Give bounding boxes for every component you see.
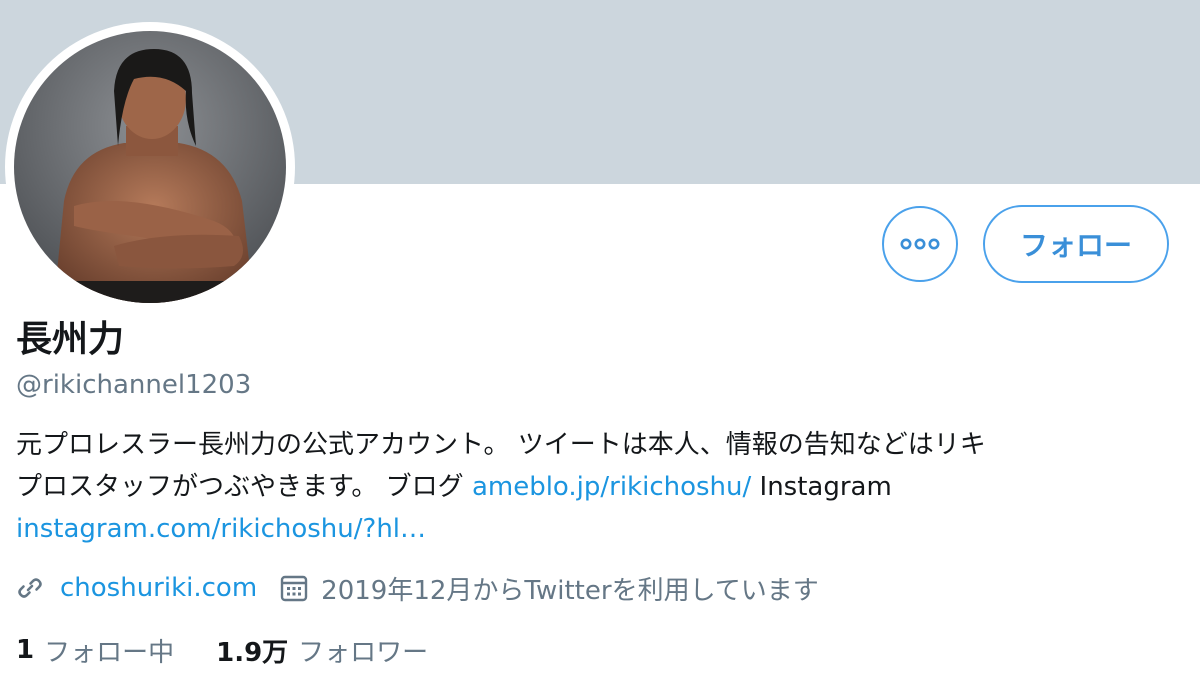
website-link[interactable]: choshuriki.com: [60, 573, 257, 603]
link-icon: [16, 574, 44, 602]
blog-link[interactable]: ameblo.jp/rikichoshu/: [472, 472, 751, 502]
more-options-button[interactable]: [882, 206, 958, 282]
profile-meta: choshuriki.com 2019年12月からTwitterを利用しています: [16, 568, 819, 608]
avatar-frame: [5, 22, 295, 312]
followers-label: フォロワー: [298, 637, 429, 668]
bio-line-1: 元プロレスラー長州力の公式アカウント。 ツイートは本人、情報の告知などはリキ: [16, 430, 986, 460]
calendar-icon: [279, 573, 309, 603]
bio-text-instagram: Instagram: [751, 472, 892, 502]
instagram-link[interactable]: instagram.com/rikichoshu/?hl…: [16, 514, 426, 544]
bio-line-3: instagram.com/rikichoshu/?hl…: [16, 508, 1186, 550]
joined-date: 2019年12月からTwitterを利用しています: [321, 575, 819, 606]
following-stat[interactable]: 1 フォロー中: [16, 632, 174, 669]
bio-text: プロスタッフがつぶやきます。 ブログ: [16, 472, 472, 502]
following-label: フォロー中: [44, 637, 175, 668]
profile-stats: 1 フォロー中 1.9万 フォロワー: [16, 630, 428, 670]
more-dots-icon: [900, 238, 940, 250]
profile-bio: 元プロレスラー長州力の公式アカウント。 ツイートは本人、情報の告知などはリキ プ…: [16, 424, 1186, 550]
following-count: 1: [16, 635, 35, 665]
avatar[interactable]: [14, 31, 286, 303]
followers-stat[interactable]: 1.9万 フォロワー: [216, 632, 428, 669]
follow-button[interactable]: フォロー: [983, 205, 1169, 283]
avatar-photo: [14, 31, 286, 303]
bio-line-2: プロスタッフがつぶやきます。 ブログ ameblo.jp/rikichoshu/…: [16, 466, 1186, 508]
display-name: 長州力: [16, 319, 125, 360]
followers-count: 1.9万: [216, 637, 289, 668]
user-handle: @rikichannel1203: [16, 370, 252, 400]
